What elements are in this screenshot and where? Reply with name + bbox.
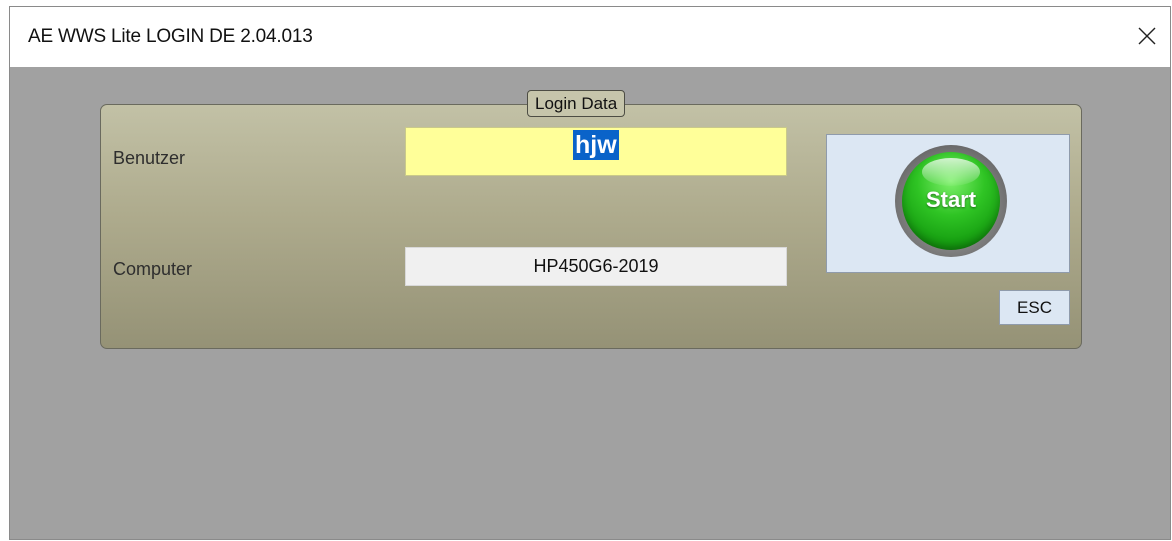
start-orb-gloss (922, 158, 980, 186)
esc-button[interactable]: ESC (999, 290, 1070, 325)
window-title: AE WWS Lite LOGIN DE 2.04.013 (28, 26, 313, 47)
start-orb-icon: Start (895, 145, 1007, 257)
login-data-group: Login Data Benutzer hjw Computer HP450G6… (100, 90, 1082, 349)
computer-field: HP450G6-2019 (405, 247, 787, 286)
computer-label: Computer (113, 259, 193, 279)
start-orb-face: Start (902, 152, 1000, 250)
start-label: Start (925, 187, 977, 212)
title-bar: AE WWS Lite LOGIN DE 2.04.013 (10, 7, 1170, 67)
close-button[interactable] (1124, 7, 1170, 67)
start-button[interactable]: Start (826, 134, 1070, 273)
client-area: Login Data Benutzer hjw Computer HP450G6… (10, 67, 1170, 539)
user-label: Benutzer (113, 148, 186, 168)
login-window: AE WWS Lite LOGIN DE 2.04.013 Login Data… (9, 6, 1171, 540)
group-legend: Login Data (527, 90, 626, 117)
user-input[interactable] (405, 127, 787, 176)
close-icon (1138, 27, 1156, 45)
